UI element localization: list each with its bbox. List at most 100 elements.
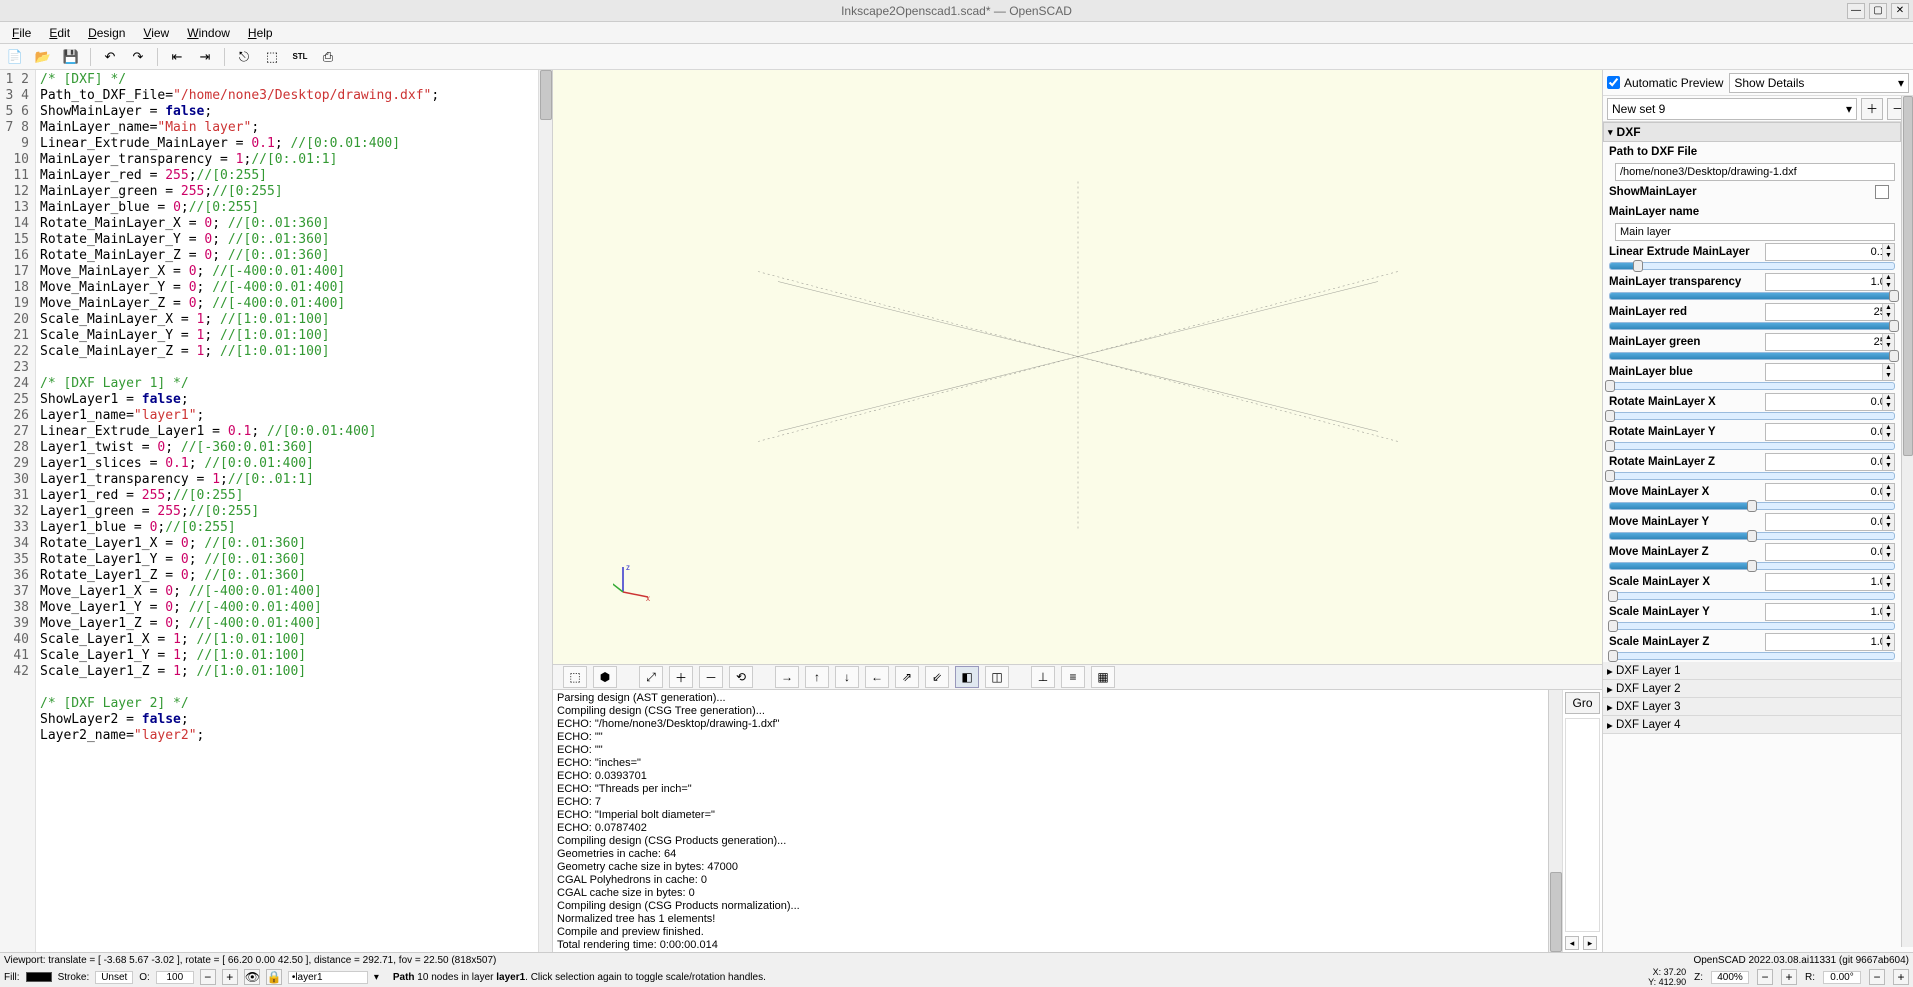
param-spin-input[interactable]: 0.00▲▼	[1765, 423, 1895, 441]
spin-up-icon[interactable]: ▲	[1883, 604, 1894, 612]
zoom-all-icon[interactable]: ⤢	[639, 666, 663, 688]
scale-marker-icon[interactable]: ≡	[1061, 666, 1085, 688]
menu-view[interactable]: View	[135, 24, 177, 42]
opacity-up[interactable]: +	[222, 969, 238, 985]
minimize-button[interactable]: —	[1847, 3, 1865, 19]
stroke-value[interactable]: Unset	[95, 971, 133, 984]
param-spin-input[interactable]: 255▲▼	[1765, 303, 1895, 321]
param-spin-input[interactable]: 255▲▼	[1765, 333, 1895, 351]
param-spin-input[interactable]: 1.00▲▼	[1765, 603, 1895, 621]
save-icon[interactable]: 💾	[60, 46, 82, 68]
new-icon[interactable]: 📄	[4, 46, 26, 68]
axes-icon[interactable]: ⊥	[1031, 666, 1055, 688]
path-to-dxf-input[interactable]	[1615, 163, 1895, 181]
menu-edit[interactable]: Edit	[41, 24, 78, 42]
spin-down-icon[interactable]: ▼	[1883, 282, 1894, 290]
rot-down-btn[interactable]: −	[1869, 969, 1885, 985]
param-spin-input[interactable]: 1.00▲▼	[1765, 573, 1895, 591]
render-icon[interactable]: ⬚	[261, 46, 283, 68]
close-button[interactable]: ✕	[1891, 3, 1909, 19]
zoom-out-btn[interactable]: −	[1757, 969, 1773, 985]
param-spin-input[interactable]: 1.00▲▼	[1765, 273, 1895, 291]
param-spin-input[interactable]: 0.00▲▼	[1765, 453, 1895, 471]
param-slider[interactable]	[1609, 382, 1895, 390]
group-dxf-layer-4[interactable]: ▸ DXF Layer 4	[1603, 716, 1901, 734]
param-checkbox[interactable]	[1875, 185, 1889, 199]
param-slider[interactable]	[1609, 472, 1895, 480]
zoom-value[interactable]: 400%	[1711, 971, 1749, 984]
view-right-icon[interactable]: →	[775, 666, 799, 688]
add-preset-button[interactable]: ＋	[1861, 98, 1883, 120]
view-left-icon[interactable]: ←	[865, 666, 889, 688]
menu-help[interactable]: Help	[240, 24, 281, 42]
console-scrollbar[interactable]	[1548, 690, 1562, 952]
param-spin-input[interactable]: 0.00▲▼	[1765, 393, 1895, 411]
param-slider[interactable]	[1609, 622, 1895, 630]
spin-down-icon[interactable]: ▼	[1883, 612, 1894, 620]
print-icon[interactable]: ⎙	[317, 46, 339, 68]
perspective-icon[interactable]: ◧	[955, 666, 979, 688]
param-slider[interactable]	[1609, 562, 1895, 570]
group-dxf-layer-3[interactable]: ▸ DXF Layer 3	[1603, 698, 1901, 716]
preview-checkbox-input[interactable]	[1607, 76, 1620, 89]
param-spin-input[interactable]: 0.00▲▼	[1765, 513, 1895, 531]
redo-icon[interactable]: ↷	[127, 46, 149, 68]
spin-down-icon[interactable]: ▼	[1883, 252, 1894, 260]
view-front-icon[interactable]: ⇗	[895, 666, 919, 688]
edges-icon[interactable]: ▦	[1091, 666, 1115, 688]
menu-file[interactable]: File	[4, 24, 39, 42]
param-slider[interactable]	[1609, 502, 1895, 510]
spin-down-icon[interactable]: ▼	[1883, 492, 1894, 500]
preview-view-icon[interactable]: ⬚	[563, 666, 587, 688]
group-dxf-layer-2[interactable]: ▸ DXF Layer 2	[1603, 680, 1901, 698]
fill-swatch[interactable]	[26, 972, 52, 982]
details-combo[interactable]: Show Details ▾	[1729, 73, 1909, 93]
param-spin-input[interactable]: 0▲▼	[1765, 363, 1895, 381]
param-spin-input[interactable]: 0.00▲▼	[1765, 483, 1895, 501]
indent-icon[interactable]: ⇥	[194, 46, 216, 68]
param-slider[interactable]	[1609, 322, 1895, 330]
param-spin-input[interactable]: 0.00▲▼	[1765, 543, 1895, 561]
spin-down-icon[interactable]: ▼	[1883, 402, 1894, 410]
param-text-input[interactable]	[1615, 223, 1895, 241]
spin-down-icon[interactable]: ▼	[1883, 582, 1894, 590]
zoom-in-btn[interactable]: +	[1781, 969, 1797, 985]
spin-up-icon[interactable]: ▲	[1883, 244, 1894, 252]
spin-up-icon[interactable]: ▲	[1883, 334, 1894, 342]
zoom-in-icon[interactable]: ＋	[669, 666, 693, 688]
spin-down-icon[interactable]: ▼	[1883, 462, 1894, 470]
lock-icon[interactable]: 🔒	[266, 969, 282, 985]
open-icon[interactable]: 📂	[32, 46, 54, 68]
spin-up-icon[interactable]: ▲	[1883, 304, 1894, 312]
menu-window[interactable]: Window	[179, 24, 238, 42]
group-dxf-layer-1[interactable]: ▸ DXF Layer 1	[1603, 662, 1901, 680]
reset-view-icon[interactable]: ⟲	[729, 666, 753, 688]
param-slider[interactable]	[1609, 352, 1895, 360]
undo-icon[interactable]: ↶	[99, 46, 121, 68]
param-spin-input[interactable]: 1.00▲▼	[1765, 633, 1895, 651]
preview-icon[interactable]: ⎋	[233, 46, 255, 68]
zoom-out-icon[interactable]: －	[699, 666, 723, 688]
spin-down-icon[interactable]: ▼	[1883, 552, 1894, 560]
spin-down-icon[interactable]: ▼	[1883, 342, 1894, 350]
spin-up-icon[interactable]: ▲	[1883, 274, 1894, 282]
rot-up-btn[interactable]: +	[1893, 969, 1909, 985]
view-back-icon[interactable]: ⇙	[925, 666, 949, 688]
spin-up-icon[interactable]: ▲	[1883, 544, 1894, 552]
param-slider[interactable]	[1609, 412, 1895, 420]
spin-down-icon[interactable]: ▼	[1883, 642, 1894, 650]
spin-down-icon[interactable]: ▼	[1883, 432, 1894, 440]
spin-down-icon[interactable]: ▼	[1883, 372, 1894, 380]
group-dxf[interactable]: ▾DXF	[1603, 122, 1901, 142]
params-scrollbar[interactable]	[1901, 96, 1913, 947]
param-slider[interactable]	[1609, 292, 1895, 300]
spin-down-icon[interactable]: ▼	[1883, 312, 1894, 320]
param-slider[interactable]	[1609, 532, 1895, 540]
unindent-icon[interactable]: ⇤	[166, 46, 188, 68]
scroll-left-icon[interactable]: ◂	[1565, 936, 1579, 950]
opacity-down[interactable]: −	[200, 969, 216, 985]
automatic-preview-checkbox[interactable]: Automatic Preview	[1607, 76, 1723, 90]
param-slider[interactable]	[1609, 592, 1895, 600]
spin-up-icon[interactable]: ▲	[1883, 424, 1894, 432]
param-slider[interactable]	[1609, 652, 1895, 660]
